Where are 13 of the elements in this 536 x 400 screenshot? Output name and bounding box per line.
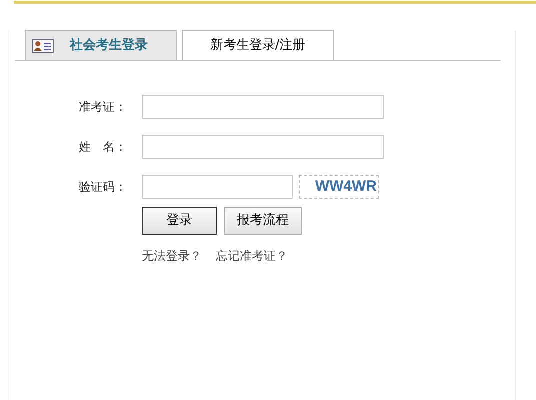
tab[interactable]: 社会考生登录 xyxy=(25,30,177,60)
help-link[interactable]: 忘记准考证？ xyxy=(216,247,288,265)
input-field[interactable] xyxy=(142,175,293,199)
captcha-image: WW4WR xyxy=(299,175,379,199)
input-field[interactable] xyxy=(142,95,384,119)
process-button[interactable]: 报考流程 xyxy=(224,207,302,235)
help-link[interactable]: 无法登录？ xyxy=(142,247,202,265)
field-label: 验证码： xyxy=(79,179,128,196)
field-label: 姓 名： xyxy=(79,139,128,156)
login-button[interactable]: 登录 xyxy=(142,207,217,235)
input-field[interactable] xyxy=(142,135,384,159)
tab[interactable]: 新考生登录/注册 xyxy=(182,30,334,60)
field-label: 准考证： xyxy=(79,99,128,116)
